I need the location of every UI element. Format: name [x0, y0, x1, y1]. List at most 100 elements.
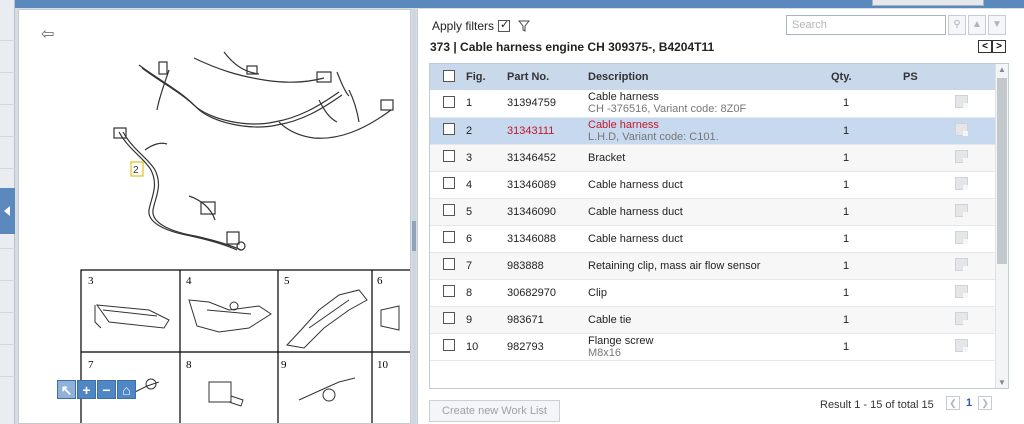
table-row[interactable]: 10 982793 Flange screw M8x16 1: [430, 333, 996, 360]
qty-cell: 1: [843, 205, 850, 218]
part-number[interactable]: 30682970: [507, 279, 588, 306]
column-qty[interactable]: Qty.: [831, 64, 903, 90]
note-icon[interactable]: [955, 284, 968, 298]
qty-cell: 1: [843, 313, 850, 326]
part-number[interactable]: 31346452: [507, 144, 588, 171]
page-number[interactable]: 1: [966, 397, 972, 409]
fig-cell: 8: [466, 286, 473, 299]
note-icon[interactable]: [955, 149, 968, 163]
column-ps[interactable]: PS: [903, 64, 996, 90]
note-icon[interactable]: [955, 95, 968, 109]
qty-cell: 1: [843, 340, 850, 353]
row-checkbox[interactable]: [443, 123, 455, 135]
description: Flange screw: [588, 334, 654, 347]
qty-cell: 1: [843, 232, 850, 245]
column-description[interactable]: Description: [588, 64, 831, 90]
row-checkbox[interactable]: [443, 285, 455, 297]
description-detail: M8x16: [588, 346, 622, 359]
qty-cell: 1: [843, 97, 850, 110]
page-title: 373 | Cable harness engine CH 309375-, B…: [430, 40, 715, 54]
part-number[interactable]: 982793: [507, 333, 588, 360]
qty-cell: 1: [843, 178, 850, 191]
row-checkbox[interactable]: [443, 339, 455, 351]
divider-handle[interactable]: [412, 221, 416, 251]
table-row[interactable]: 7 983888 Retaining clip, mass air flow sen…: [430, 252, 996, 279]
scroll-thumb[interactable]: [997, 78, 1007, 264]
fig-cell: 5: [466, 205, 473, 218]
select-pointer-icon[interactable]: ↖: [57, 380, 76, 399]
zoom-toolbar: ↖ + − ⌂: [57, 380, 136, 399]
row-checkbox[interactable]: [443, 150, 455, 162]
table-row[interactable]: 2 31343111 Cable harness L.H.D, Variant cod…: [430, 117, 996, 144]
note-icon[interactable]: [955, 257, 968, 271]
scroll-up-icon[interactable]: ▲: [998, 65, 1006, 74]
row-checkbox[interactable]: [443, 177, 455, 189]
fig-cell: 3: [466, 151, 473, 164]
description: Cable harness: [588, 118, 659, 131]
column-fig[interactable]: Fig.: [466, 64, 507, 90]
search-prev-icon[interactable]: ▲: [968, 15, 986, 35]
search-input[interactable]: [786, 15, 946, 35]
prev-group-button[interactable]: <: [978, 40, 992, 53]
note-icon[interactable]: [955, 176, 968, 190]
table-scrollbar[interactable]: ▲ ▼: [995, 64, 1008, 388]
row-checkbox[interactable]: [443, 95, 455, 108]
select-all-checkbox[interactable]: [443, 69, 455, 82]
next-group-button[interactable]: >: [992, 40, 1006, 53]
group-nav: < >: [978, 40, 1006, 53]
create-worklist-button[interactable]: Create new Work List: [429, 400, 560, 422]
qty-cell: 1: [843, 151, 850, 164]
grid-label: 5: [284, 275, 290, 287]
part-number[interactable]: 983888: [507, 252, 588, 279]
grid-label: 4: [186, 275, 192, 287]
table-row[interactable]: 6 31346088 Cable harness duct 1: [430, 225, 996, 252]
table-row[interactable]: 9 983671 Cable tie 1: [430, 306, 996, 333]
search-next-icon[interactable]: ▼: [988, 15, 1006, 35]
table-row[interactable]: 1 31394759 Cable harness CH -376516, Varian…: [430, 90, 996, 117]
collapse-left-arrow-icon[interactable]: [0, 188, 15, 234]
grid-label: 8: [186, 359, 192, 371]
qty-cell: 1: [843, 259, 850, 272]
row-checkbox[interactable]: [443, 258, 455, 270]
note-icon[interactable]: [955, 230, 968, 244]
table-row[interactable]: 4 31346089 Cable harness duct 1: [430, 171, 996, 198]
note-icon[interactable]: [955, 203, 968, 217]
next-page-icon[interactable]: ❯: [978, 396, 993, 410]
row-checkbox[interactable]: [443, 204, 455, 216]
home-icon[interactable]: ⌂: [117, 380, 136, 399]
scroll-down-icon[interactable]: ▼: [998, 378, 1006, 387]
column-part-no[interactable]: Part No.: [507, 64, 588, 90]
apply-filters-checkbox[interactable]: [498, 18, 511, 32]
filter-funnel-icon[interactable]: [518, 20, 531, 32]
search-icon[interactable]: ⚲: [948, 15, 966, 35]
callout-label[interactable]: 2: [133, 165, 139, 176]
description: Cable harness duct: [588, 232, 683, 245]
note-icon[interactable]: [955, 338, 968, 352]
illustration-panel: ⇦ 2 3 4 5 6 7 8 9 10 ↖ + − ⌂: [18, 9, 411, 424]
fig-cell: 7: [466, 259, 473, 272]
fig-cell: 9: [466, 313, 473, 326]
fig-cell: 10: [466, 340, 479, 353]
zoom-in-icon[interactable]: +: [77, 380, 96, 399]
prev-page-icon[interactable]: ❮: [946, 396, 960, 410]
part-number[interactable]: 983671: [507, 306, 588, 333]
pager: ❮ 1 ❯: [946, 396, 993, 410]
note-icon[interactable]: [955, 122, 968, 136]
row-checkbox[interactable]: [443, 231, 455, 243]
part-number[interactable]: 31343111: [507, 117, 588, 144]
description-detail: L.H.D, Variant code: C101.: [588, 130, 719, 143]
panel-divider[interactable]: [412, 9, 416, 424]
part-number[interactable]: 31346090: [507, 198, 588, 225]
qty-cell: 1: [843, 124, 850, 137]
row-checkbox[interactable]: [443, 312, 455, 324]
top-tab[interactable]: [872, 0, 984, 6]
table-row[interactable]: 3 31346452 Bracket 1: [430, 144, 996, 171]
part-number[interactable]: 31346088: [507, 225, 588, 252]
note-icon[interactable]: [955, 311, 968, 325]
zoom-out-icon[interactable]: −: [97, 380, 116, 399]
part-number[interactable]: 31346089: [507, 171, 588, 198]
table-row[interactable]: 8 30682970 Clip 1: [430, 279, 996, 306]
part-number[interactable]: 31394759: [507, 90, 588, 117]
description: Cable tie: [588, 313, 632, 326]
table-row[interactable]: 5 31346090 Cable harness duct 1: [430, 198, 996, 225]
